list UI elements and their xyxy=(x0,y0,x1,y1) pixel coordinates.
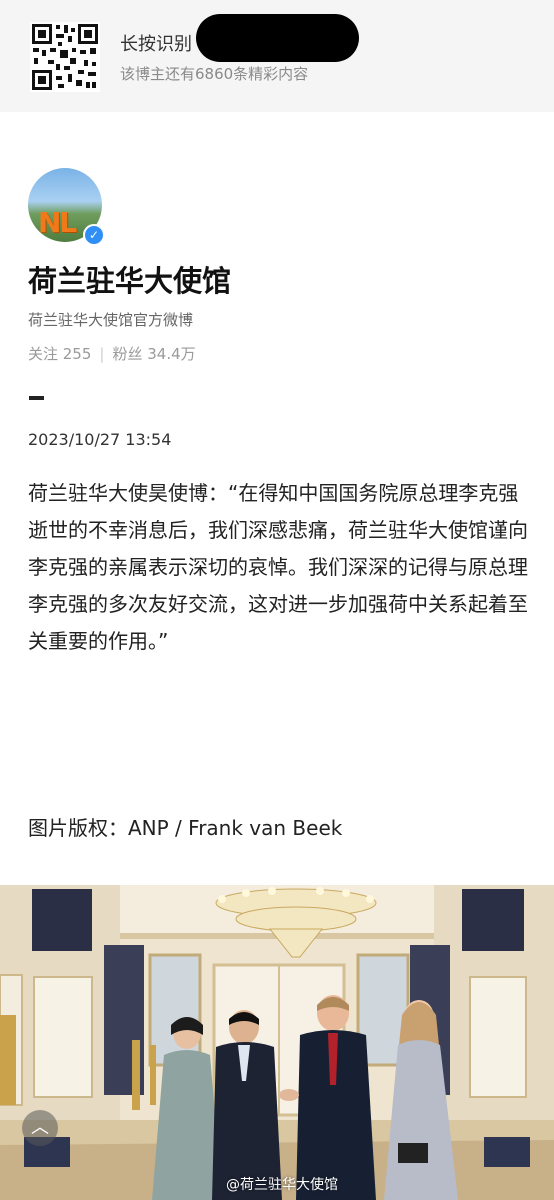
post-text: 荷兰驻华大使昊使博：“在得知中国国务院原总理李克强逝世的不幸消息后，我们深感悲痛… xyxy=(28,481,528,653)
image-watermark: @荷兰驻华大使馆 xyxy=(226,1177,338,1193)
profile-name[interactable]: 荷兰驻华大使馆 xyxy=(28,258,231,300)
banner-title: 长按识别 xyxy=(120,34,192,55)
verified-badge-icon: ✓ xyxy=(83,224,105,246)
following-count[interactable]: 关注 255 xyxy=(28,345,91,363)
redaction-block xyxy=(196,14,359,62)
post-date: 2023/10/27 13:54 xyxy=(28,430,172,449)
post-photo[interactable]: ︿ xyxy=(0,885,554,1200)
banner-subtitle: 该博主还有6860条精彩内容 xyxy=(120,65,309,83)
profile-bio: 荷兰驻华大使馆官方微博 xyxy=(28,311,194,329)
divider xyxy=(29,396,44,400)
chevron-up-icon[interactable]: ︿ xyxy=(22,1110,58,1146)
follow-banner[interactable]: 长按识别 该博主还有6860条精彩内容 xyxy=(0,0,554,112)
avatar-logo: NL xyxy=(38,206,77,239)
profile-stats: 关注 255 | 粉丝 34.4万 xyxy=(28,343,196,364)
photo-credit: 图片版权：ANP / Frank van Beek xyxy=(28,816,343,840)
stats-divider: | xyxy=(99,345,105,363)
qr-code-icon[interactable] xyxy=(30,22,100,92)
followers-count[interactable]: 粉丝 34.4万 xyxy=(112,345,195,363)
